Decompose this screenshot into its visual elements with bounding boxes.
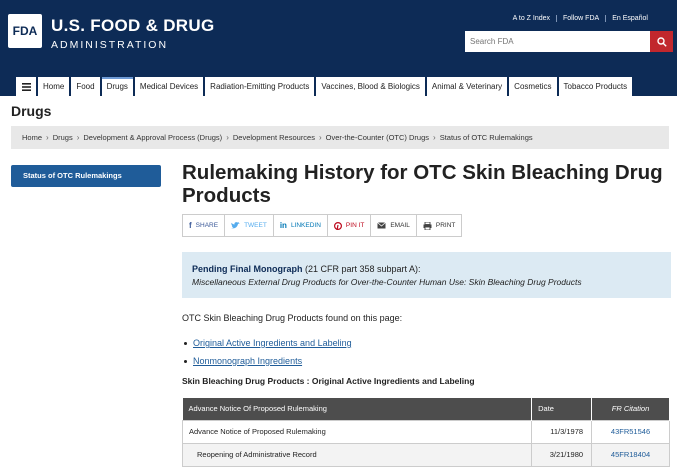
list-item: Original Active Ingredients and Labeling <box>184 334 352 352</box>
search-input[interactable] <box>465 31 650 52</box>
column-header-fr-citation: FR Citation <box>591 398 670 420</box>
list-item: Nonmonograph Ingredients <box>184 352 352 370</box>
share-linkedin-label: LINKEDIN <box>290 222 321 229</box>
nav-item-animal-veterinary[interactable]: Animal & Veterinary <box>426 77 508 96</box>
main-nav: Home Food Drugs Medical Devices Radiatio… <box>16 77 634 96</box>
nav-item-radiation-emitting-products[interactable]: Radiation-Emitting Products <box>205 77 315 96</box>
breadcrumb-drugs[interactable]: Drugs <box>53 133 73 142</box>
chevron-right-icon: › <box>46 133 49 142</box>
nav-item-drugs[interactable]: Drugs <box>101 77 133 96</box>
nav-item-vaccines-blood-biologics[interactable]: Vaccines, Blood & Biologics <box>316 77 425 96</box>
logo-subtitle[interactable]: ADMINISTRATION <box>51 39 168 51</box>
share-facebook-button[interactable]: f SHARE <box>183 215 226 236</box>
share-email-label: EMAIL <box>390 222 410 229</box>
en-espanol-link[interactable]: En Español <box>606 15 648 22</box>
table-section-heading: Skin Bleaching Drug Products : Original … <box>182 376 475 386</box>
cell-date: 11/3/1978 <box>531 419 593 444</box>
breadcrumb-otc-drugs[interactable]: Over-the-Counter (OTC) Drugs <box>326 133 429 142</box>
chevron-right-icon: › <box>226 133 229 142</box>
notice-title: Pending Final Monograph <box>192 264 303 274</box>
email-icon <box>377 222 387 229</box>
nav-item-cosmetics[interactable]: Cosmetics <box>509 77 557 96</box>
linkedin-icon: in <box>279 221 287 230</box>
pinterest-icon <box>333 221 342 230</box>
section-heading-drugs: Drugs <box>11 103 52 119</box>
chevron-right-icon: › <box>76 133 80 142</box>
share-linkedin-button[interactable]: in LINKEDIN <box>274 215 328 236</box>
bullet-icon <box>184 341 187 345</box>
utility-links: A to Z Index Follow FDA En Español <box>507 15 648 22</box>
hamburger-menu-icon <box>21 82 31 91</box>
column-header-date: Date <box>531 398 593 420</box>
sidebar-item-status-of-otc-rulemakings[interactable]: Status of OTC Rulemakings <box>11 165 161 187</box>
share-twitter-label: TWEET <box>244 222 267 229</box>
breadcrumb-home[interactable]: Home <box>22 133 42 142</box>
search-icon <box>656 36 667 47</box>
cell-fr-citation: 45FR18404 <box>591 442 670 467</box>
nav-item-medical-devices[interactable]: Medical Devices <box>134 77 204 96</box>
chevron-right-icon: › <box>318 133 322 142</box>
follow-fda-link[interactable]: Follow FDA <box>557 15 607 22</box>
share-toolbar: f SHARE TWEET in LINKEDIN PIN IT EMAIL P… <box>182 214 463 237</box>
printer-icon <box>423 221 432 230</box>
cell-fr-citation: 43FR51546 <box>591 419 670 444</box>
table-header-row: Advance Notice Of Proposed Rulemaking Da… <box>182 398 670 420</box>
toc-link-nonmonograph-ingredients[interactable]: Nonmonograph Ingredients <box>193 356 302 366</box>
share-email-button[interactable]: EMAIL <box>371 215 417 236</box>
notice-description: Miscellaneous External Drug Products for… <box>192 277 582 287</box>
table-of-contents: Original Active Ingredients and Labeling… <box>184 334 352 370</box>
page-title: Rulemaking History for OTC Skin Bleachin… <box>182 161 663 207</box>
search-bar <box>465 31 673 52</box>
pending-monograph-notice: Pending Final Monograph (21 CFR part 358… <box>182 252 671 298</box>
share-twitter-button[interactable]: TWEET <box>225 215 274 236</box>
nav-item-tobacco-products[interactable]: Tobacco Products <box>558 77 633 96</box>
fr-citation-link[interactable]: 43FR51546 <box>611 427 650 436</box>
toc-link-original-active-ingredients[interactable]: Original Active Ingredients and Labeling <box>193 338 352 348</box>
nav-item-food[interactable]: Food <box>71 77 100 96</box>
table-row: Advance Notice of Proposed Rulemaking 11… <box>181 419 670 444</box>
breadcrumb-development-approval[interactable]: Development & Approval Process (Drugs) <box>83 133 222 142</box>
fda-logo-mark[interactable]: FDA <box>8 14 42 48</box>
notice-reference: (21 CFR part 358 subpart A): <box>302 264 421 274</box>
share-facebook-label: SHARE <box>195 222 219 229</box>
fr-citation-link[interactable]: 45FR18404 <box>611 450 650 459</box>
cell-document: Advance Notice of Proposed Rulemaking <box>181 419 533 444</box>
site-header: FDA U.S. FOOD & DRUG ADMINISTRATION A to… <box>0 0 677 96</box>
print-button[interactable]: PRINT <box>417 215 462 236</box>
nav-item-home[interactable]: Home <box>38 77 70 96</box>
share-pinterest-label: PIN IT <box>345 222 365 229</box>
menu-button[interactable] <box>16 77 36 96</box>
twitter-icon <box>231 221 241 228</box>
share-pinterest-button[interactable]: PIN IT <box>328 215 372 236</box>
logo-title[interactable]: U.S. FOOD & DRUG <box>51 16 214 36</box>
rulemaking-table: Advance Notice Of Proposed Rulemaking Da… <box>181 398 670 467</box>
found-on-page-text: OTC Skin Bleaching Drug Products found o… <box>182 313 403 323</box>
a-to-z-index-link[interactable]: A to Z Index <box>507 15 557 22</box>
breadcrumb-development-resources[interactable]: Development Resources <box>233 133 315 142</box>
search-button[interactable] <box>650 31 673 52</box>
cell-document: Reopening of Administrative Record <box>181 442 533 467</box>
bullet-icon <box>184 359 187 363</box>
breadcrumb: Home › Drugs › Development & Approval Pr… <box>11 126 669 149</box>
column-header-document: Advance Notice Of Proposed Rulemaking <box>182 398 533 420</box>
print-label: PRINT <box>435 222 456 229</box>
breadcrumb-status-otc-rulemakings[interactable]: Status of OTC Rulemakings <box>440 133 533 142</box>
cell-date: 3/21/1980 <box>531 442 593 467</box>
facebook-icon: f <box>189 221 192 230</box>
table-row: Reopening of Administrative Record 3/21/… <box>181 442 670 467</box>
chevron-right-icon: › <box>433 133 436 142</box>
